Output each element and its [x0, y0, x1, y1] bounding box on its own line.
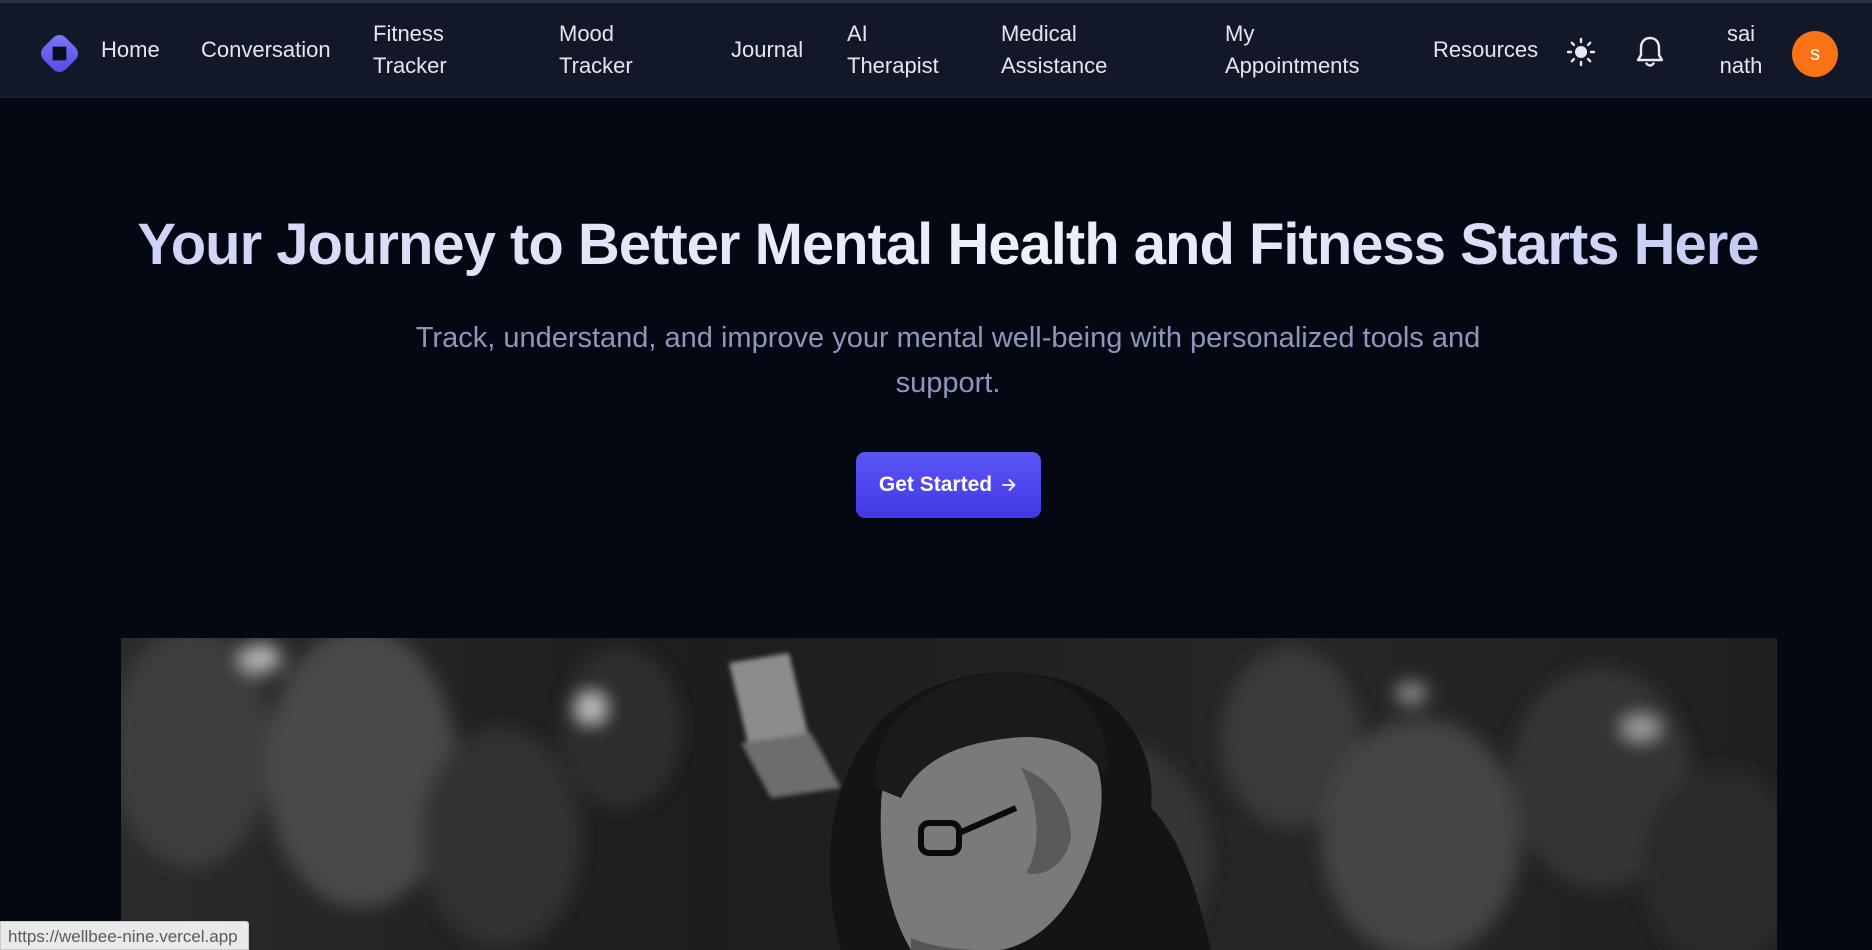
diamond-logo-icon[interactable]	[36, 30, 83, 77]
page: Home Conversation Fitness Tracker Mood T…	[0, 0, 1872, 950]
nav-link-ai-therapist[interactable]: AI Therapist	[847, 18, 957, 82]
nav-link-home[interactable]: Home	[101, 34, 160, 66]
hero-subtitle: Track, understand, and improve your ment…	[415, 322, 1481, 399]
nav-link-mood-tracker[interactable]: Mood Tracker	[559, 18, 659, 82]
avatar[interactable]: s	[1792, 31, 1838, 77]
hero-photo-illustration	[121, 638, 1777, 950]
top-navbar: Home Conversation Fitness Tracker Mood T…	[0, 3, 1872, 98]
nav-link-conversation[interactable]: Conversation	[201, 34, 331, 66]
bell-icon[interactable]	[1634, 35, 1666, 69]
nav-link-fitness-tracker[interactable]: Fitness Tracker	[373, 18, 483, 82]
nav-link-my-appointments[interactable]: My Appointments	[1225, 18, 1375, 82]
sun-icon[interactable]	[1566, 37, 1596, 67]
status-bar-url: https://wellbee-nine.vercel.app	[0, 921, 249, 950]
get-started-button[interactable]: Get Started	[856, 452, 1041, 518]
user-name[interactable]: sai nath	[1708, 18, 1774, 82]
arrow-right-icon	[1002, 479, 1016, 491]
hero-photo	[121, 638, 1777, 950]
nav-link-journal[interactable]: Journal	[731, 34, 803, 66]
get-started-label: Get Started	[878, 473, 993, 496]
nav-link-resources[interactable]: Resources	[1433, 34, 1538, 66]
nav-link-medical-assistance[interactable]: Medical Assistance	[1001, 18, 1131, 82]
hero-title: Your Journey to Better Mental Health and…	[0, 208, 1872, 282]
